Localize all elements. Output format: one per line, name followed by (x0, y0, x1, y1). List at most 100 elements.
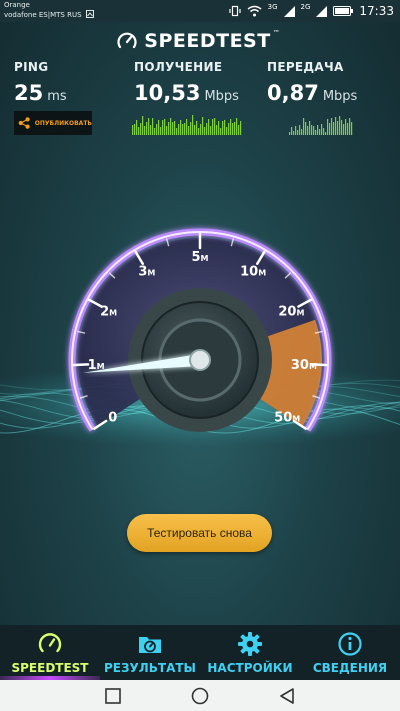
upload-graph-bar (339, 116, 341, 135)
download-graph-bar (218, 121, 220, 135)
download-graph-bar (220, 128, 222, 135)
nav-item-speedtest[interactable]: SPEEDTEST (0, 625, 100, 680)
nav-item-info[interactable]: СВЕДЕНИЯ (300, 625, 400, 680)
download-graph-bar (224, 120, 226, 135)
needle-hub (189, 349, 211, 371)
download-graph-bar (228, 123, 230, 135)
upload-graph-bar (333, 122, 335, 135)
download-graph-bar (168, 122, 170, 135)
test-again-button[interactable]: Тестировать снова (127, 514, 272, 552)
download-graph-bar (192, 115, 194, 135)
download-graph-bar (230, 119, 232, 135)
download-graph-bar (190, 122, 192, 135)
download-graph-bar (216, 125, 218, 135)
nav-label-info: СВЕДЕНИЯ (312, 661, 388, 675)
upload-graph-bar (291, 127, 293, 135)
download-graph-bar (160, 127, 162, 135)
system-navigation-bar (0, 680, 400, 711)
upload-graph-bar (329, 123, 331, 135)
download-graph-bar (166, 126, 168, 135)
gauge-tick (72, 363, 90, 367)
recent-apps-icon[interactable] (105, 687, 121, 704)
upload-unit: Mbps (322, 89, 358, 104)
ping-metric: PING 25 ms (14, 60, 67, 105)
upload-graph-bar (347, 123, 349, 135)
network-type-1: 3G (267, 3, 278, 11)
download-graph-bar (196, 121, 198, 135)
nav-item-results[interactable]: РЕЗУЛЬТАТЫ (100, 625, 200, 680)
upload-graph-bar (327, 119, 329, 135)
download-graph-bar (152, 118, 154, 135)
download-graph-bar (158, 120, 160, 135)
upload-graph-bar (313, 126, 315, 135)
download-graph-bar (208, 119, 210, 135)
download-graph-bar (222, 121, 224, 135)
ping-value-row: 25 ms (14, 81, 67, 105)
gauge-icon (38, 633, 62, 653)
carrier-secondary: vodafone ES|MTS RUS (4, 10, 94, 20)
download-graph-bar (238, 125, 240, 135)
speedtest-logo-icon (117, 32, 137, 49)
gauge-tick-label: 0 (108, 411, 117, 426)
bottom-navigation: SPEEDTEST РЕЗУЛЬТАТЫ НАСТРОЙКИ СВЕДЕНИЯ (0, 625, 400, 680)
vibrate-icon (229, 5, 241, 17)
download-graph-bar (154, 128, 156, 135)
download-graph-bar (164, 119, 166, 135)
ping-unit: ms (47, 89, 67, 104)
upload-graph-bar (341, 120, 343, 135)
clock: 17:33 (359, 4, 394, 18)
upload-graph-bar (299, 125, 301, 135)
download-graph-bar (146, 122, 148, 135)
download-graph-bar (172, 122, 174, 135)
upload-graph-bar (303, 118, 305, 135)
upload-graph-bar (319, 129, 321, 135)
status-bar: Orange vodafone ES|MTS RUS 3G 2G 17:33 (0, 0, 400, 22)
share-label: ОПУБЛИКОВАТЬ (34, 119, 92, 127)
download-graph-bar (200, 124, 202, 135)
screenshot-notification-icon (85, 10, 94, 18)
download-graph-bar (150, 125, 152, 135)
wifi-icon (247, 5, 262, 17)
upload-graph-bar (345, 119, 347, 135)
share-button[interactable]: ОПУБЛИКОВАТЬ (14, 111, 92, 135)
download-graph-bar (176, 128, 178, 135)
upload-graph-bar (323, 128, 325, 135)
download-graph-bar (170, 118, 172, 135)
trademark-mark: ™ (272, 29, 280, 37)
carrier-primary: Orange (4, 1, 30, 9)
nav-item-settings[interactable]: НАСТРОЙКИ (200, 625, 300, 680)
info-icon (338, 632, 362, 656)
upload-graph-bar (337, 121, 339, 135)
download-graph-bar (184, 123, 186, 135)
download-value-row: 10,53 Mbps (134, 81, 239, 105)
upload-metric: ПЕРЕДАЧА 0,87 Mbps (267, 60, 357, 105)
upload-graph-bar (321, 124, 323, 135)
upload-value: 0,87 (267, 81, 319, 105)
carrier-info: Orange vodafone ES|MTS RUS (4, 1, 94, 20)
upload-graph-bar (305, 122, 307, 135)
app-title: SPEEDTEST (144, 30, 271, 52)
download-graph-bar (194, 125, 196, 135)
download-graph-bar (162, 120, 164, 135)
nav-label-speedtest: SPEEDTEST (11, 661, 89, 675)
download-graph-bar (186, 119, 188, 135)
status-icons: 3G 2G 17:33 (229, 3, 394, 19)
download-graph-bar (136, 120, 138, 135)
signal-icon-2 (316, 5, 328, 17)
ping-value: 25 (14, 81, 44, 105)
download-unit: Mbps (204, 89, 239, 104)
download-graph-bar (134, 124, 136, 135)
back-icon[interactable] (279, 687, 295, 704)
nav-label-results: РЕЗУЛЬТАТЫ (104, 661, 196, 675)
download-graph-bar (204, 127, 206, 135)
upload-graph-bar (293, 131, 295, 135)
upload-graph-bar (325, 132, 327, 135)
download-graph-bar (214, 118, 216, 135)
upload-graph-bar (289, 132, 291, 135)
download-mini-graph (132, 115, 242, 135)
upload-graph-bar (335, 117, 337, 135)
speed-gauge: 01M2M3M5M10M20M30M50M (0, 228, 400, 447)
download-graph-bar (180, 120, 182, 135)
home-icon[interactable] (191, 687, 209, 705)
upload-graph-bar (307, 126, 309, 135)
